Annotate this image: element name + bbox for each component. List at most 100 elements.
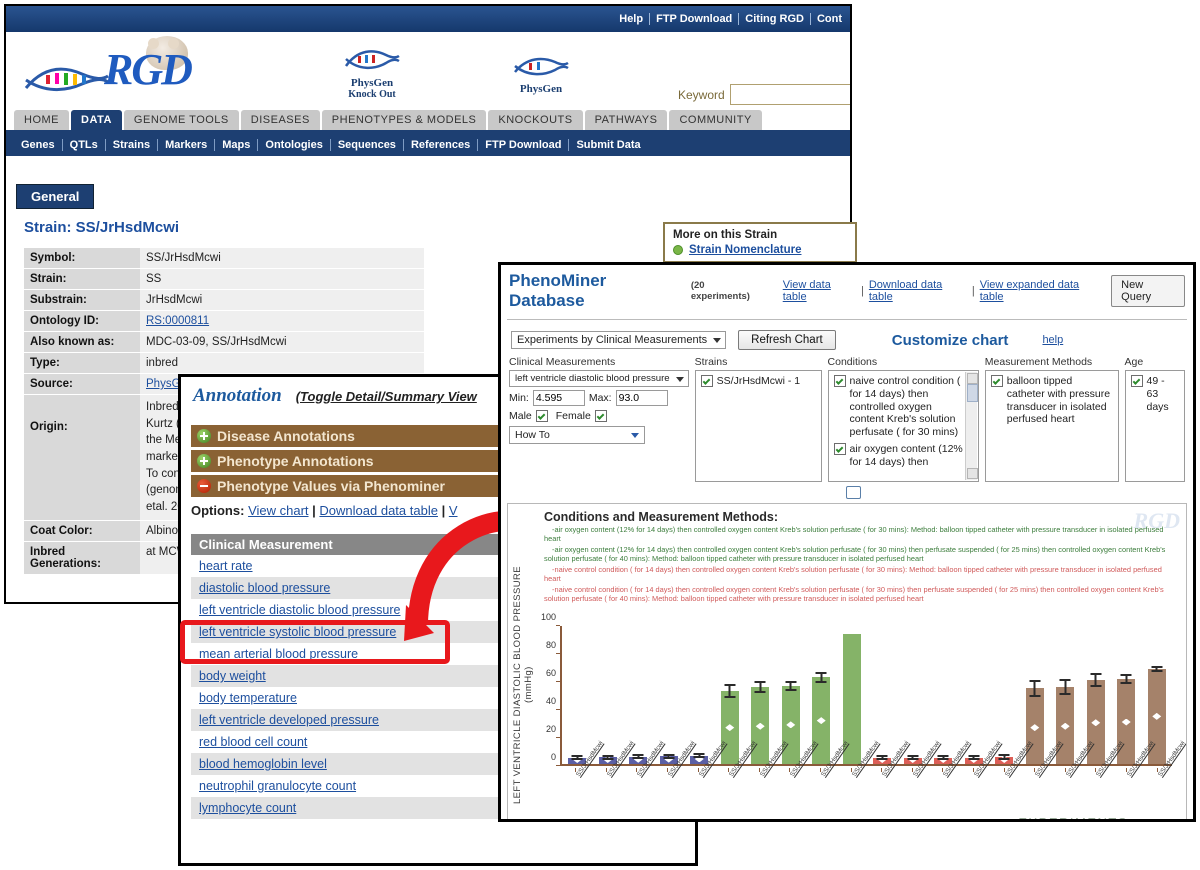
tab-home[interactable]: HOME (14, 110, 69, 130)
row-value: SS (140, 268, 424, 290)
measurement-link[interactable]: neutrophil granulocyte count (199, 779, 356, 793)
measurement-link[interactable]: body temperature (199, 691, 297, 705)
subnav-submit-data[interactable]: Submit Data (569, 139, 647, 151)
rgd-logo[interactable]: RGD (24, 36, 244, 102)
physgen-knockout-logo[interactable]: PhysGen Knock Out (342, 46, 402, 100)
bar[interactable] (781, 680, 800, 764)
help-link[interactable]: help (1042, 334, 1063, 346)
bar[interactable] (1056, 679, 1075, 764)
clinical-measurement-select[interactable]: left ventricle diastolic blood pressure (509, 370, 689, 387)
subnav-maps[interactable]: Maps (215, 139, 259, 151)
subnav-markers[interactable]: Markers (158, 139, 216, 151)
download-data-table-link[interactable]: Download data table (869, 279, 967, 303)
subnav-ftp-download[interactable]: FTP Download (478, 139, 570, 151)
median-marker (816, 717, 826, 725)
topnav-ftp-download[interactable]: FTP Download (650, 13, 740, 25)
tab-pathways[interactable]: PATHWAYS (584, 110, 668, 130)
male-label: Male (509, 410, 532, 422)
median-marker (786, 721, 796, 729)
measurement-link[interactable]: blood hemoglobin level (199, 757, 327, 771)
scroll-down-icon[interactable] (966, 468, 978, 479)
tab-data[interactable]: DATA (71, 110, 122, 130)
keyword-input[interactable] (729, 84, 850, 105)
print-icon[interactable] (846, 486, 861, 499)
measurement-link[interactable]: diastolic blood pressure (199, 581, 330, 595)
tab-genome-tools[interactable]: GENOME TOOLS (123, 110, 239, 130)
scroll-up-icon[interactable] (966, 373, 978, 384)
how-to-select[interactable]: How To (509, 426, 645, 444)
row-key: Origin: (24, 394, 140, 521)
tab-community[interactable]: COMMUNITY (669, 110, 762, 130)
method-checkbox[interactable] (990, 375, 1003, 387)
male-checkbox[interactable] (535, 410, 548, 422)
topnav-contact[interactable]: Cont (811, 13, 848, 25)
age-checkbox[interactable] (1130, 375, 1143, 387)
subnav-ontologies[interactable]: Ontologies (258, 139, 331, 151)
bar[interactable] (720, 684, 739, 764)
tab-knockouts[interactable]: KNOCKOUTS (488, 110, 583, 130)
collapse-minus-icon[interactable] (197, 479, 211, 493)
list-item[interactable]: 49 - 63 days (1130, 375, 1180, 413)
bar[interactable] (812, 671, 831, 764)
row-key: Type: (24, 352, 140, 374)
measurement-link[interactable]: heart rate (199, 559, 253, 573)
row-value-link[interactable]: RS:0000811 (140, 310, 424, 332)
measurement-link-highlighted[interactable]: left ventricle diastolic blood pressure (199, 603, 401, 617)
list-item[interactable]: balloon tipped catheter with pressure tr… (990, 375, 1113, 426)
rgd-logo-text: RGD (104, 45, 193, 94)
bar[interactable] (751, 680, 770, 764)
view-chart-link[interactable]: View chart (248, 503, 308, 518)
measurement-link[interactable]: mean arterial blood pressure (199, 647, 358, 661)
refresh-chart-button[interactable]: Refresh Chart (738, 330, 836, 350)
view-data-table-link[interactable]: View data table (783, 279, 856, 303)
physgen-logo[interactable]: PhysGen (511, 54, 571, 95)
list-item[interactable]: naive control condition ( for 14 days) t… (833, 375, 964, 439)
condition-checkbox[interactable] (833, 375, 846, 387)
bar[interactable] (1025, 680, 1044, 764)
conditions-scrollbar[interactable] (964, 372, 978, 480)
scrollbar-thumb[interactable] (966, 384, 978, 402)
topnav-citing-rgd[interactable]: Citing RGD (739, 13, 811, 25)
measurement-link[interactable]: left ventricle systolic blood pressure (199, 625, 396, 639)
new-query-button[interactable]: New Query (1111, 275, 1186, 307)
chart-type-select[interactable]: Experiments by Clinical Measurements (511, 331, 727, 349)
row-key: Inbred Generations: (24, 541, 140, 575)
strain-nomenclature-link[interactable]: Strain Nomenclature (689, 244, 801, 256)
topnav-help[interactable]: Help (613, 13, 651, 25)
subnav-strains[interactable]: Strains (106, 139, 159, 151)
subnav-references[interactable]: References (404, 139, 479, 151)
list-item[interactable]: air oxygen content (12% for 14 days) the… (833, 442, 964, 469)
female-checkbox[interactable] (594, 410, 607, 422)
view-expanded-data-table-link[interactable]: View expanded data table (980, 279, 1103, 303)
max-input[interactable] (615, 390, 668, 406)
subnav-sequences[interactable]: Sequences (331, 139, 404, 151)
tab-diseases[interactable]: DISEASES (240, 110, 320, 130)
y-tick-label: 100 (540, 612, 556, 622)
condition-checkbox[interactable] (833, 442, 846, 455)
min-input[interactable] (532, 390, 585, 406)
error-bar (937, 755, 949, 761)
tab-phenotypes-models[interactable]: PHENOTYPES & MODELS (321, 110, 487, 130)
general-section-button[interactable]: General (16, 184, 95, 209)
expand-plus-icon[interactable] (197, 454, 211, 468)
expand-plus-icon[interactable] (197, 429, 211, 443)
customize-chart-heading: Customize chart (891, 331, 1009, 349)
y-tick-label: 60 (545, 668, 556, 678)
measurement-link[interactable]: body weight (199, 669, 266, 683)
strain-checkbox[interactable] (700, 375, 713, 387)
measurement-link[interactable]: lymphocyte count (199, 801, 296, 815)
subnav-genes[interactable]: Genes (14, 139, 63, 151)
subnav-qtls[interactable]: QTLs (63, 139, 106, 151)
phenominer-header: PhenoMiner Database (20 experiments) Vie… (501, 265, 1193, 316)
list-item[interactable]: SS/JrHsdMcwi - 1 (700, 375, 816, 388)
bar[interactable] (1117, 673, 1136, 764)
x-tick: SS/JrHsdMcwi (958, 740, 1003, 819)
x-tick: SS/JrHsdMcwi (1050, 740, 1094, 819)
measurement-link[interactable]: red blood cell count (199, 735, 307, 749)
search-go-button[interactable] (849, 85, 850, 104)
measurement-link[interactable]: left ventricle developed pressure (199, 713, 379, 727)
condition-label: naive control condition ( for 14 days) t… (849, 375, 961, 439)
toggle-detail-summary-link[interactable]: (Toggle Detail/Summary View (296, 389, 477, 404)
accordion-label: Disease Annotations (217, 428, 355, 444)
strain-label: SS/JrHsdMcwi - 1 (716, 375, 801, 387)
